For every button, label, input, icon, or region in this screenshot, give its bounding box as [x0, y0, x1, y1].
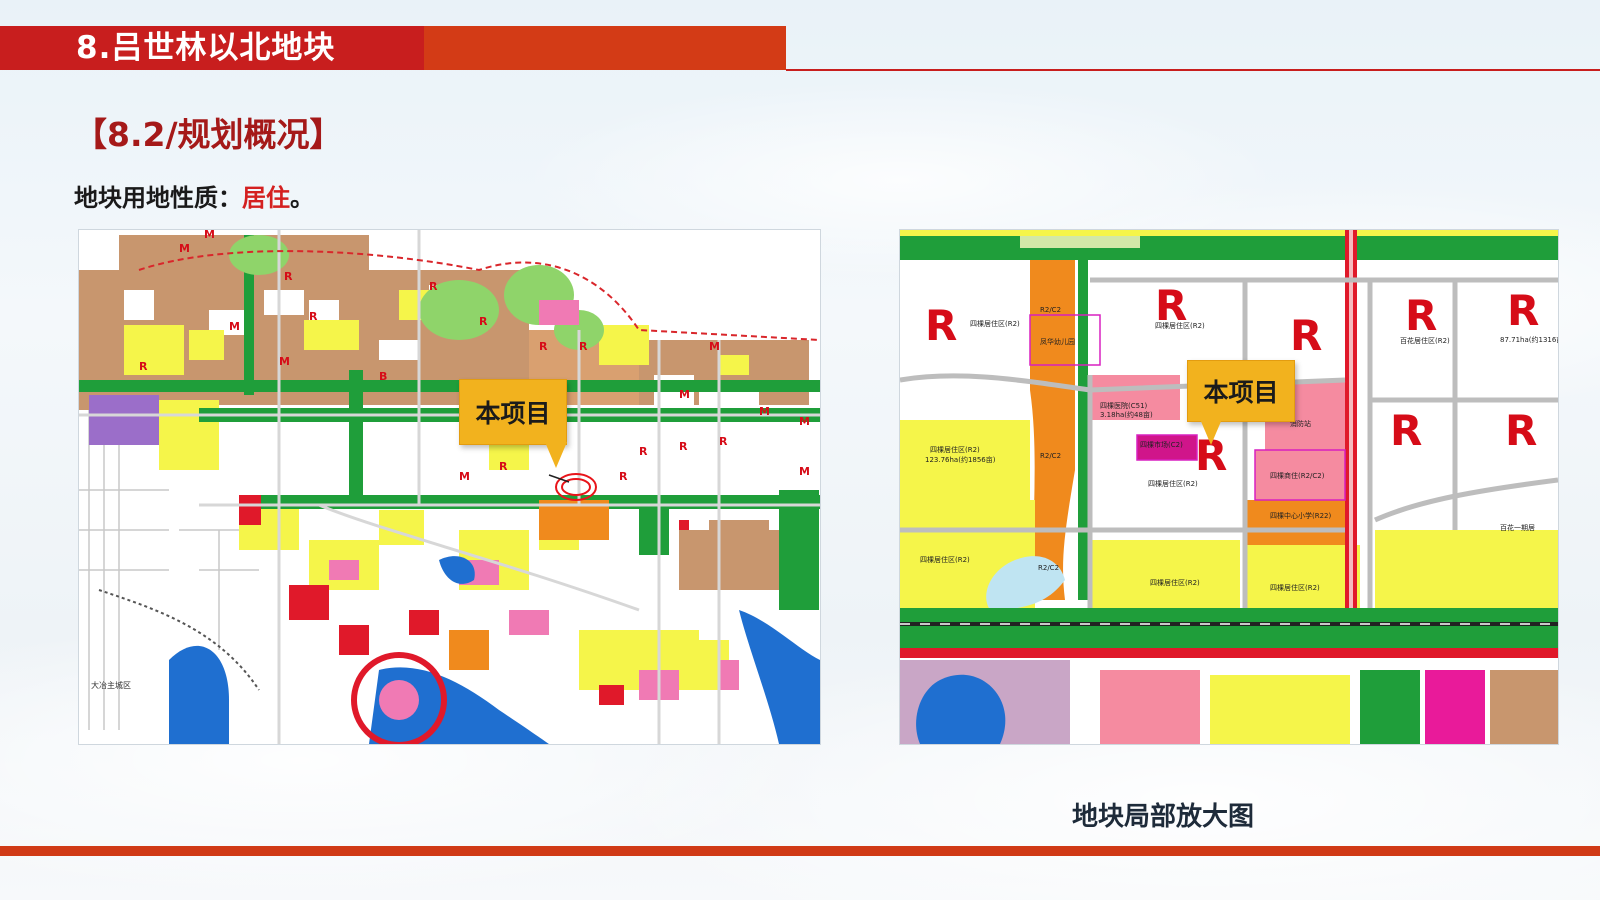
svg-text:四棵居住区(R2): 四棵居住区(R2) [1155, 321, 1205, 330]
svg-text:M: M [759, 405, 770, 418]
overview-map-canvas: 大冶主城区 M M R R R R R R M B M M M M M R R … [79, 230, 820, 744]
section-title: 【8.2/规划概况】 [74, 115, 343, 154]
overview-callout-tail [545, 442, 567, 468]
detail-callout-tail [1200, 419, 1222, 445]
svg-text:四棵居住区(R2): 四棵居住区(R2) [970, 319, 1020, 328]
svg-text:M: M [799, 465, 810, 478]
svg-text:四棵居住区(R2): 四棵居住区(R2) [1148, 479, 1198, 488]
svg-text:M: M [459, 470, 470, 483]
svg-text:R: R [309, 310, 318, 323]
svg-text:R2/C2: R2/C2 [1040, 452, 1061, 460]
svg-text:R: R [479, 315, 488, 328]
southern-green-band [900, 608, 1558, 648]
title-bar-accent [424, 26, 786, 70]
land-use-suffix: 。 [290, 184, 314, 212]
detail-map-canvas: R R R R R R R R 四棵居住区(R2) R2/C2 凤华幼儿园 四棵… [900, 230, 1558, 744]
svg-text:四棵商住(R2/C2): 四棵商住(R2/C2) [1270, 471, 1325, 480]
svg-text:R: R [1405, 291, 1437, 340]
svg-text:R: R [639, 445, 648, 458]
detail-map-caption: 地块局部放大图 [1072, 802, 1255, 832]
overview-planning-map[interactable]: 大冶主城区 M M R R R R R R M B M M M M M R R … [78, 229, 821, 745]
svg-text:M: M [279, 355, 290, 368]
svg-text:123.76ha(约1856亩): 123.76ha(约1856亩) [925, 455, 996, 464]
svg-text:四棵居住区(R2): 四棵居住区(R2) [1150, 578, 1200, 587]
svg-text:R: R [579, 340, 588, 353]
svg-text:百花一期居: 百花一期居 [1500, 523, 1535, 532]
svg-text:87.71ha(约1316亩): 87.71ha(约1316亩) [1500, 335, 1558, 344]
overview-project-callout: 本项目 [459, 379, 567, 445]
bottom-bar [0, 846, 1600, 856]
svg-text:四棵中心小学(R22): 四棵中心小学(R22) [1270, 511, 1332, 520]
purple-zone [89, 395, 159, 445]
svg-text:B: B [379, 370, 387, 383]
svg-text:M: M [709, 340, 720, 353]
svg-text:百花居住区(R2): 百花居住区(R2) [1400, 336, 1450, 345]
svg-text:四棵居住区(R2): 四棵居住区(R2) [1270, 583, 1320, 592]
svg-text:R: R [539, 340, 548, 353]
svg-text:R: R [499, 460, 508, 473]
svg-text:R: R [1290, 311, 1322, 360]
svg-text:R2/C2: R2/C2 [1038, 564, 1059, 572]
svg-text:R2/C2: R2/C2 [1040, 306, 1061, 314]
svg-text:四棵居住区(R2): 四棵居住区(R2) [930, 445, 980, 454]
svg-text:M: M [679, 388, 690, 401]
svg-text:M: M [799, 415, 810, 428]
svg-text:R: R [139, 360, 148, 373]
svg-text:R: R [1505, 406, 1537, 455]
svg-text:M: M [204, 230, 215, 241]
district-label: 大冶主城区 [91, 680, 131, 690]
land-use-value: 居住 [242, 184, 290, 212]
svg-text:R: R [719, 435, 728, 448]
svg-text:M: M [229, 320, 240, 333]
svg-text:3.18ha(约48亩): 3.18ha(约48亩) [1100, 410, 1153, 419]
svg-text:四棵市场(C2): 四棵市场(C2) [1140, 440, 1183, 449]
detail-project-callout: 本项目 [1187, 360, 1295, 422]
svg-text:M: M [179, 242, 190, 255]
svg-text:R: R [1507, 286, 1539, 335]
svg-text:四棵居住区(R2): 四棵居住区(R2) [920, 555, 970, 564]
svg-text:R: R [619, 470, 628, 483]
svg-text:R: R [925, 301, 957, 350]
svg-text:四棵医院(C51): 四棵医院(C51) [1100, 401, 1148, 410]
svg-text:R: R [429, 280, 438, 293]
land-use-description: 地块用地性质：居住。 [74, 178, 314, 213]
title-rule [786, 69, 1600, 71]
svg-text:R: R [679, 440, 688, 453]
land-use-label: 地块用地性质： [74, 184, 242, 212]
page-title: 8.吕世林以北地块 [76, 30, 336, 66]
svg-text:R: R [1390, 406, 1422, 455]
svg-text:R: R [284, 270, 293, 283]
detail-planning-map[interactable]: R R R R R R R R 四棵居住区(R2) R2/C2 凤华幼儿园 四棵… [899, 229, 1559, 745]
svg-text:凤华幼儿园: 凤华幼儿园 [1040, 337, 1075, 346]
